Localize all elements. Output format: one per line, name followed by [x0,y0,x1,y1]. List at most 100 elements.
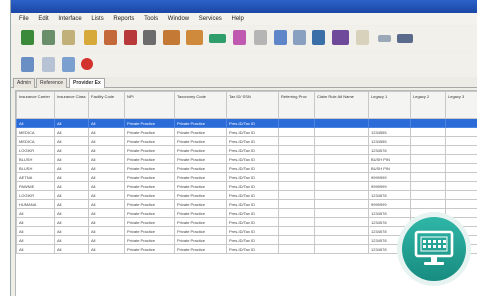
table-cell[interactable]: BUSH PIN [368,154,411,164]
table-cell[interactable]: All [54,127,89,137]
table-cell[interactable]: All [88,181,125,191]
column-header[interactable]: Legacy 1 [368,91,411,119]
grid-icon[interactable] [312,30,325,45]
table-cell[interactable]: Pres-ID/Tax ID [226,154,279,164]
trash-icon[interactable] [143,30,156,45]
table-cell[interactable] [445,190,477,200]
menu-edit[interactable]: Edit [38,16,48,22]
column-header[interactable]: Insurance Class [54,91,89,119]
table-cell[interactable] [445,127,477,137]
table-cell[interactable]: Private Practice [174,199,227,209]
table-cell[interactable] [278,217,315,227]
table-cell[interactable]: 1234578 [368,145,411,155]
table-cell[interactable]: 1234555 [368,127,411,137]
group-icon[interactable] [163,30,180,45]
table-cell[interactable]: Pres-ID/Tax ID [226,118,279,128]
table-cell[interactable]: Pres-ID/Tax ID [226,217,279,227]
table-cell[interactable]: 1234555 [368,136,411,146]
table-cell[interactable]: All [88,145,125,155]
payment-icon[interactable] [104,30,117,45]
table-cell[interactable]: HUMANA [16,199,55,209]
table-row[interactable]: All All All Private Practice Private Practic… [16,118,477,128]
menu-lists[interactable]: Lists [91,16,103,22]
table-cell[interactable]: Private Practice [124,145,175,155]
table-cell[interactable] [445,136,477,146]
report-icon[interactable] [254,30,267,45]
table-cell[interactable]: All [54,190,89,200]
table-cell[interactable] [314,154,369,164]
menu-help[interactable]: Help [231,16,243,22]
table-cell[interactable] [278,181,315,191]
table-cell[interactable] [278,199,315,209]
table-cell[interactable]: All [88,136,125,146]
table-cell[interactable]: Pres-ID/Tax ID [226,244,279,254]
column-header[interactable]: Tax ID/ SSN [226,91,279,119]
table-row[interactable]: MEDICA All All Private Practice Private Prac… [16,136,477,146]
table-cell[interactable] [410,127,446,137]
table-cell[interactable]: Pres-ID/Tax ID [226,127,279,137]
table-cell[interactable]: Private Practice [174,127,227,137]
table-cell[interactable]: All [88,163,125,173]
table-cell[interactable]: All [88,127,125,137]
table-cell[interactable] [410,172,446,182]
table-cell[interactable]: All [88,199,125,209]
table-cell[interactable]: Private Practice [174,190,227,200]
table-cell[interactable] [410,145,446,155]
table-cell[interactable]: Private Practice [174,235,227,245]
table-cell[interactable] [410,118,446,128]
table-cell[interactable]: All [54,118,89,128]
table-cell[interactable]: PAWNIE [16,181,55,191]
table-cell[interactable]: All [88,208,125,218]
table-cell[interactable]: All [88,118,125,128]
table-cell[interactable] [278,244,315,254]
table-cell[interactable] [445,199,477,209]
table-cell[interactable] [314,172,369,182]
tab-admin[interactable]: Admin [13,78,36,88]
table-cell[interactable]: Pres-ID/Tax ID [226,181,279,191]
table-cell[interactable] [314,208,369,218]
table-cell[interactable]: LOGIKR [16,190,55,200]
menu-file[interactable]: File [19,16,29,22]
table-cell[interactable] [278,190,315,200]
table-cell[interactable]: Private Practice [174,208,227,218]
column-header[interactable]: NPI [124,91,175,119]
patient-icon[interactable] [21,30,34,45]
table-cell[interactable] [410,199,446,209]
column-header[interactable]: Legacy 3 [445,91,477,119]
table-cell[interactable] [314,145,369,155]
table-cell[interactable] [278,226,315,236]
column-header[interactable]: Insurance Carrier [16,91,55,119]
table-cell[interactable]: 9999999 [368,181,411,191]
table-row[interactable]: LOGIKR All All Private Practice Private Prac… [16,145,477,155]
group-icon[interactable] [186,30,203,45]
table-cell[interactable]: Pres-ID/Tax ID [226,208,279,218]
table-cell[interactable]: Pres-ID/Tax ID [226,226,279,236]
tab-reference[interactable]: Reference [36,78,68,88]
table-cell[interactable]: Pres-ID/Tax ID [226,145,279,155]
table-cell[interactable] [368,118,411,128]
table-row[interactable]: HUMANA All All Private Practice Private Prac… [16,199,477,209]
table-cell[interactable]: All [54,226,89,236]
column-header[interactable]: Legacy 2 [410,91,446,119]
column-header[interactable]: Referring Prov [278,91,315,119]
question-icon[interactable] [233,30,246,45]
table-cell[interactable]: Private Practice [174,136,227,146]
table-cell[interactable]: All [88,235,125,245]
menu-interface[interactable]: Interface [58,16,81,22]
table-cell[interactable] [445,154,477,164]
table-cell[interactable]: All [54,244,89,254]
table-cell[interactable]: MEDICA [16,136,55,146]
table-cell[interactable] [410,190,446,200]
table-cell[interactable] [410,163,446,173]
table-cell[interactable]: Private Practice [124,154,175,164]
table-cell[interactable] [314,118,369,128]
table-cell[interactable]: All [54,199,89,209]
table-cell[interactable]: Private Practice [124,235,175,245]
table-cell[interactable]: Private Practice [174,163,227,173]
table-cell[interactable] [278,127,315,137]
table-cell[interactable]: 9999999 [368,199,411,209]
table-cell[interactable]: All [54,154,89,164]
menu-reports[interactable]: Reports [113,16,134,22]
table-cell[interactable] [445,181,477,191]
calendar-icon[interactable] [124,30,137,45]
